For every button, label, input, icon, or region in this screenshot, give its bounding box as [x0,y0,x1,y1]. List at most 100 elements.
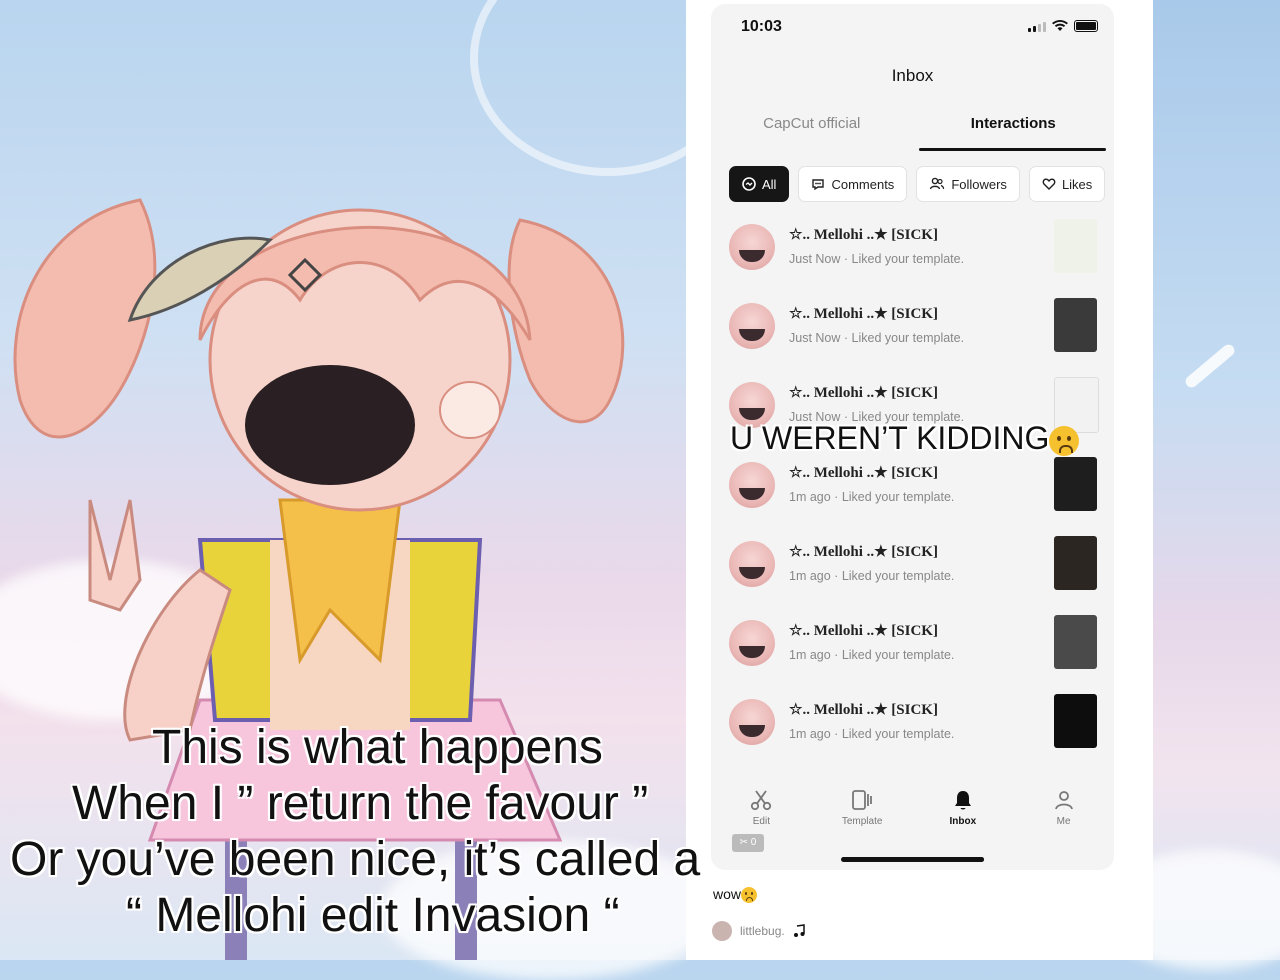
notification-action: Liked your template. [841,647,955,662]
nav-label: Edit [752,816,770,827]
avatar[interactable] [729,540,775,587]
wow-text: wow [713,886,758,904]
notification-time: Just Now [789,331,841,346]
separator: · [840,331,852,346]
nav-edit[interactable]: Edit [711,780,812,840]
nav-label: Me [1056,816,1071,827]
avatar [712,921,732,941]
caption-line-1: This is what happens [152,721,603,774]
caption-line-2: When I ” return the favour ” [72,777,649,830]
list-item[interactable]: ☆.. Mellohi ..★ [SICK] 1m ago · Liked yo… [711,691,1114,770]
creator-name: littlebug. [740,924,785,938]
signal-icon [1028,21,1046,32]
template-thumbnail[interactable] [1054,298,1097,353]
all-icon [742,177,756,191]
separator: · [830,489,842,504]
avatar[interactable] [729,699,775,746]
status-icons [1028,20,1098,32]
notification-time: Just Now [789,252,841,266]
notification-time: 1m ago [789,647,831,662]
caption-line-3: Or you’ve been nice, it’s called a [10,833,701,886]
template-thumbnail[interactable] [1054,456,1097,511]
separator: · [830,727,842,742]
followers-icon [930,177,945,190]
notification-username: ☆.. Mellohi ..★ [SICK] [789,702,938,719]
filter-label: Followers [951,176,1007,192]
notification-action: Liked your template. [841,489,955,504]
notification-username: ☆.. Mellohi ..★ [SICK] [789,622,938,639]
scissors-icon [751,790,772,811]
nav-template[interactable]: Template [812,780,913,840]
notification-action: Liked your template. [841,727,955,742]
mouth [245,365,415,485]
creator-credit[interactable]: littlebug. [712,921,805,941]
nav-label: Template [841,816,883,827]
bottom-navigation: Edit Template Inbox Me [711,780,1114,840]
filter-all-button[interactable]: All [729,166,790,202]
filter-label: All [762,176,777,192]
list-item[interactable]: ☆.. Mellohi ..★ [SICK] Just Now · Liked … [711,216,1114,295]
background-sky-right [1153,0,1280,960]
comment-icon [812,179,825,191]
tab-capcut-official[interactable]: CapCut official [711,112,913,150]
bell-icon [954,791,971,810]
notification-detail: 1m ago · Liked your template. [789,569,954,583]
caption-dash [842,857,984,862]
nav-inbox[interactable]: Inbox [913,780,1014,840]
template-thumbnail[interactable] [1054,614,1097,669]
inbox-tabs: CapCut official Interactions [711,112,1115,151]
notification-time: 1m ago [789,727,831,742]
wifi-icon [1052,20,1068,31]
template-icon [852,790,873,810]
avatar[interactable] [729,461,775,508]
tab-interactions[interactable]: Interactions [913,112,1115,151]
cheek [439,381,501,439]
list-item[interactable]: ☆.. Mellohi ..★ [SICK] 1m ago · Liked yo… [711,454,1114,533]
nav-me[interactable]: Me [1013,780,1114,840]
notification-username: ☆.. Mellohi ..★ [SICK] [789,227,938,243]
notification-detail: 1m ago · Liked your template. [789,648,954,662]
notification-list: ☆.. Mellohi ..★ [SICK] Just Now · Liked … [711,216,1114,770]
list-item[interactable]: ☆.. Mellohi ..★ [SICK] 1m ago · Liked yo… [711,533,1114,612]
notification-action: Liked your template. [841,568,955,583]
filter-likes-button[interactable]: Likes [1028,166,1106,202]
battery-icon [1074,20,1098,32]
notification-username: ☆.. Mellohi ..★ [SICK] [789,306,938,323]
filter-label: Likes [1061,176,1093,192]
template-thumbnail[interactable] [1054,694,1097,749]
separator: · [830,568,842,583]
template-thumbnail[interactable] [1054,219,1097,273]
notification-action: Liked your template. [851,331,965,346]
filter-followers-button[interactable]: Followers [916,166,1020,202]
filter-comments-button[interactable]: Comments [798,166,908,202]
list-item[interactable]: ☆.. Mellohi ..★ [SICK] 1m ago · Liked yo… [711,612,1114,691]
avatar[interactable] [729,303,775,350]
heart-icon [1042,178,1056,190]
avatar[interactable] [729,619,775,666]
notification-detail: Just Now · Liked your template. [789,252,964,266]
caption-line-4: “ Mellohi edit Invasion “ [126,889,620,942]
notification-time: 1m ago [789,489,831,504]
notification-detail: 1m ago · Liked your template. [789,727,954,741]
template-thumbnail[interactable] [1054,535,1097,590]
notification-detail: 1m ago · Liked your template. [789,490,954,504]
peace-sign-hand [88,499,142,612]
separator: · [840,252,852,266]
music-note-icon [793,924,805,937]
notification-username: ☆.. Mellohi ..★ [SICK] [789,385,938,402]
filter-label: Comments [831,176,895,192]
notification-username: ☆.. Mellohi ..★ [SICK] [789,543,938,560]
list-item[interactable]: ☆.. Mellohi ..★ [SICK] Just Now · Liked … [711,295,1114,374]
wow-label: wow [713,886,742,902]
notification-action: Liked your template. [851,252,965,266]
cut-count-badge: ✂ 0 [732,834,764,852]
notification-detail: Just Now · Liked your template. [789,331,964,345]
status-time: 10:03 [741,18,782,35]
avatar[interactable] [729,224,775,270]
worried-face-icon [741,887,758,904]
worried-face-icon [1049,425,1080,456]
notification-username: ☆.. Mellohi ..★ [SICK] [789,464,938,481]
page-title: Inbox [891,66,934,85]
filter-chips: All Comments Followers Likes [729,166,1106,202]
overlay-kidding-text: U WEREN’T KIDDING [730,420,1080,457]
